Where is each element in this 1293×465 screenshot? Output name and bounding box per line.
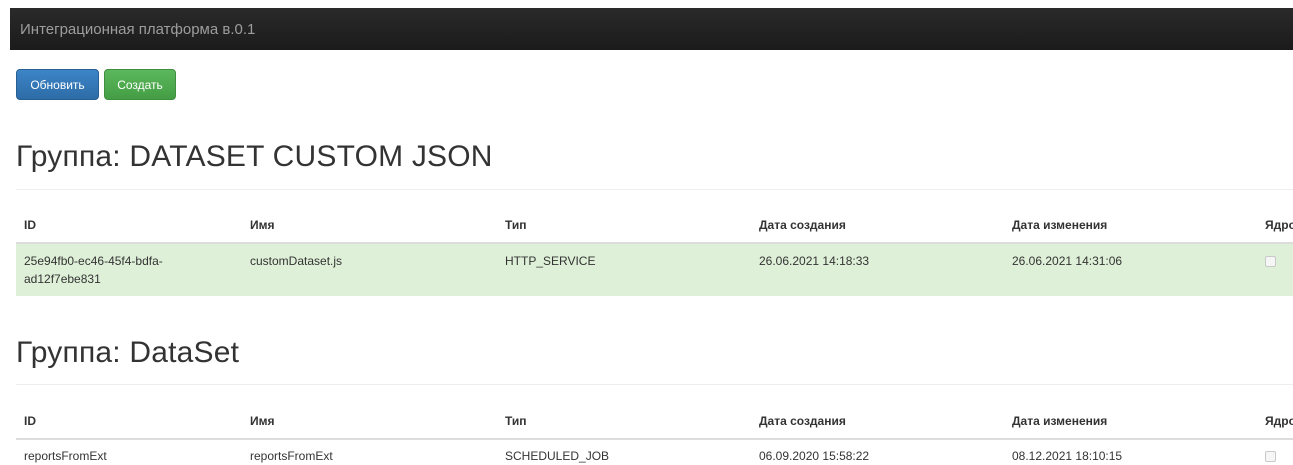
group-divider: [16, 189, 1293, 190]
table-row[interactable]: 25e94fb0-ec46-45f4-bdfa-ad12f7ebe831 cus…: [16, 244, 1293, 296]
group-divider: [16, 384, 1293, 385]
toolbar: Обновить Создать: [16, 69, 176, 100]
core-checkbox[interactable]: [1265, 451, 1276, 462]
items-table: ID Имя Тип Дата создания Дата изменения …: [16, 203, 1293, 296]
group-title: Группа: DATASET CUSTOM JSON: [16, 140, 493, 173]
core-checkbox[interactable]: [1265, 256, 1276, 267]
refresh-button[interactable]: Обновить: [16, 69, 99, 100]
column-header-name[interactable]: Имя: [250, 218, 275, 232]
table-row[interactable]: reportsFromExt reportsFromExt SCHEDULED_…: [16, 440, 1293, 463]
column-header-modified[interactable]: Дата изменения: [1012, 218, 1107, 232]
column-header-modified[interactable]: Дата изменения: [1012, 414, 1107, 428]
items-table: ID Имя Тип Дата создания Дата изменения …: [16, 399, 1293, 463]
group-title: Группа: DataSet: [16, 336, 240, 369]
cell-type: SCHEDULED_JOB: [505, 449, 610, 463]
cell-type: HTTP_SERVICE: [505, 254, 596, 268]
cell-id: 25e94fb0-ec46-45f4-bdfa-ad12f7ebe831: [24, 252, 163, 288]
column-header-created[interactable]: Дата создания: [759, 218, 846, 232]
column-header-name[interactable]: Имя: [250, 414, 275, 428]
cell-modified: 26.06.2021 14:31:06: [1012, 254, 1123, 268]
cell-created: 06.09.2020 15:58:22: [759, 449, 870, 463]
cell-id-line2: ad12f7ebe831: [24, 272, 101, 286]
create-button[interactable]: Создать: [104, 69, 176, 100]
column-header-id[interactable]: ID: [24, 414, 36, 428]
cell-id: reportsFromExt: [24, 449, 107, 463]
cell-id-line1: 25e94fb0-ec46-45f4-bdfa-: [24, 254, 163, 268]
table-header-row: ID Имя Тип Дата создания Дата изменения …: [16, 203, 1293, 244]
app-title[interactable]: Интеграционная платформа в.0.1: [20, 21, 255, 38]
column-header-created[interactable]: Дата создания: [759, 414, 846, 428]
cell-modified: 08.12.2021 18:10:15: [1012, 449, 1123, 463]
column-header-id[interactable]: ID: [24, 218, 36, 232]
cell-name: customDataset.js: [250, 254, 343, 268]
cell-created: 26.06.2021 14:18:33: [759, 254, 870, 268]
column-header-core[interactable]: Ядро: [1265, 414, 1293, 428]
cell-name: reportsFromExt: [250, 449, 333, 463]
table-header-row: ID Имя Тип Дата создания Дата изменения …: [16, 399, 1293, 440]
top-navbar: Интеграционная платформа в.0.1: [10, 8, 1293, 50]
column-header-type[interactable]: Тип: [505, 218, 527, 232]
column-header-core[interactable]: Ядро: [1265, 218, 1293, 232]
column-header-type[interactable]: Тип: [505, 414, 527, 428]
